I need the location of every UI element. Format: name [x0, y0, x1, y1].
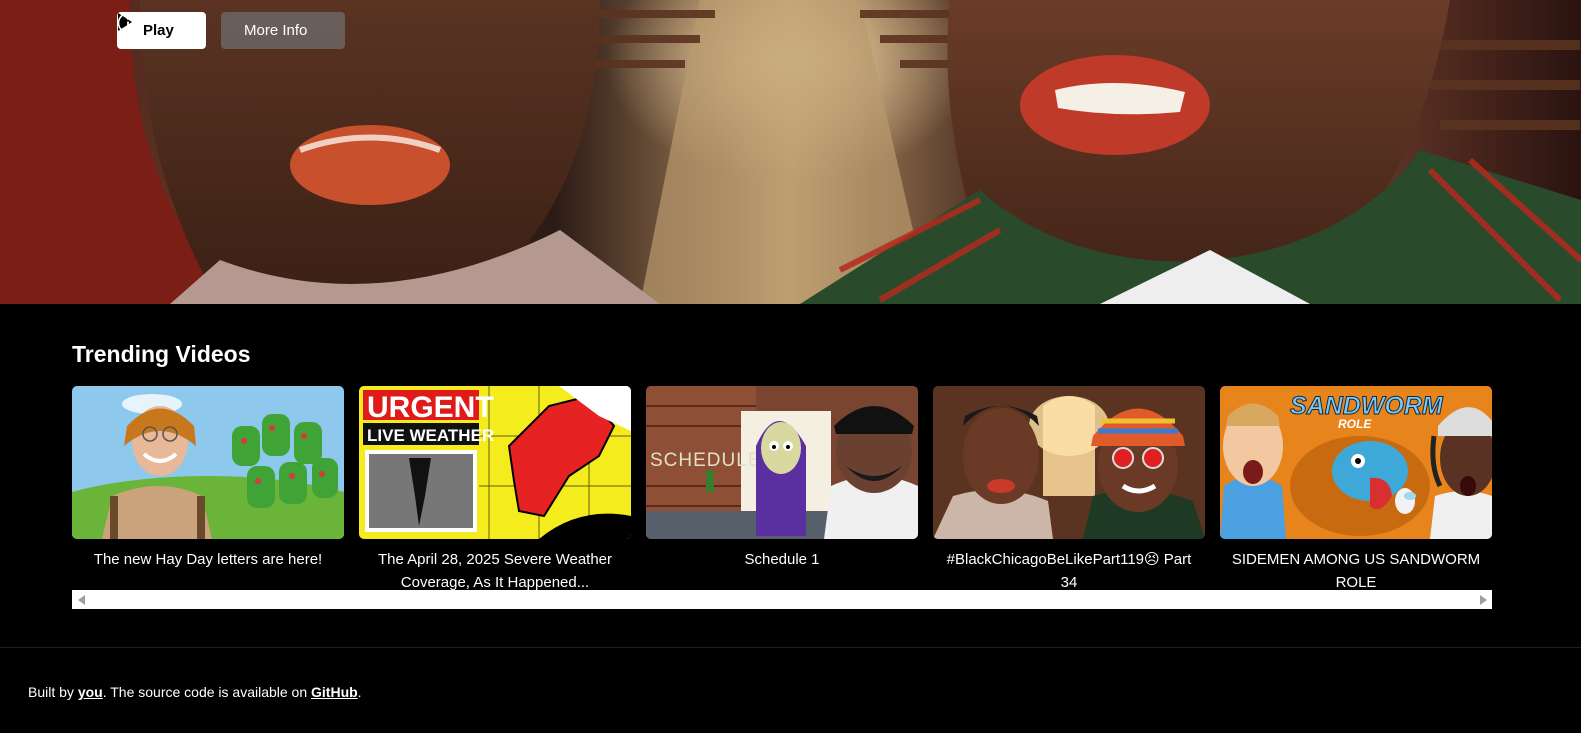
trending-section-title: Trending Videos: [72, 341, 251, 367]
footer-middle: . The source code is available on: [102, 684, 312, 700]
hero-banner: Play More Info: [0, 0, 1581, 304]
video-title[interactable]: #BlackChicagoBeLikePart119😣 Part 34: [933, 548, 1205, 590]
footer: Built by you. The source code is availab…: [28, 684, 362, 700]
triangle-right-icon[interactable]: [1473, 590, 1492, 609]
video-card[interactable]: URGENT LIVE WEATHER The April 28, 2025 S…: [359, 386, 631, 590]
more-info-button-label: More Info: [244, 22, 308, 39]
video-thumbnail[interactable]: SCHEDULE: [646, 386, 918, 539]
footer-divider: [0, 647, 1581, 648]
video-title[interactable]: The April 28, 2025 Severe Weather Covera…: [359, 548, 631, 590]
trending-video-row[interactable]: The new Hay Day letters are here! URGENT…: [72, 386, 1492, 590]
video-card[interactable]: SANDWORM ROLE SIDEMEN AMONG US SANDWORM …: [1220, 386, 1492, 590]
thumb-urgent-text: URGENT: [367, 391, 494, 424]
video-thumbnail[interactable]: URGENT LIVE WEATHER: [359, 386, 631, 539]
video-card[interactable]: SCHEDULE Schedule 1: [646, 386, 918, 571]
author-link[interactable]: you: [78, 684, 103, 700]
footer-suffix: .: [357, 684, 362, 700]
video-card[interactable]: The new Hay Day letters are here!: [72, 386, 344, 571]
github-link[interactable]: GitHub: [311, 684, 358, 700]
more-info-button[interactable]: More Info: [117, 12, 345, 49]
video-thumbnail[interactable]: [933, 386, 1205, 539]
thumb-live-weather-text: LIVE WEATHER: [367, 426, 494, 445]
play-button-label: Play: [143, 22, 174, 39]
video-title[interactable]: SIDEMEN AMONG US SANDWORM ROLE: [1220, 548, 1492, 590]
video-thumbnail[interactable]: SANDWORM ROLE: [1220, 386, 1492, 539]
video-title[interactable]: Schedule 1: [646, 548, 918, 571]
hero-actions: Play More Info: [117, 12, 345, 49]
horizontal-scrollbar[interactable]: [72, 590, 1492, 609]
thumb-role-text: ROLE: [1338, 417, 1372, 431]
video-card[interactable]: #BlackChicagoBeLikePart119😣 Part 34: [933, 386, 1205, 590]
thumb-sandworm-text: SANDWORM: [1290, 392, 1444, 420]
triangle-left-icon[interactable]: [72, 590, 91, 609]
footer-prefix: Built by: [28, 684, 78, 700]
video-title[interactable]: The new Hay Day letters are here!: [72, 548, 344, 571]
thumb-schedule-text: SCHEDULE: [650, 450, 761, 471]
video-thumbnail[interactable]: [72, 386, 344, 539]
